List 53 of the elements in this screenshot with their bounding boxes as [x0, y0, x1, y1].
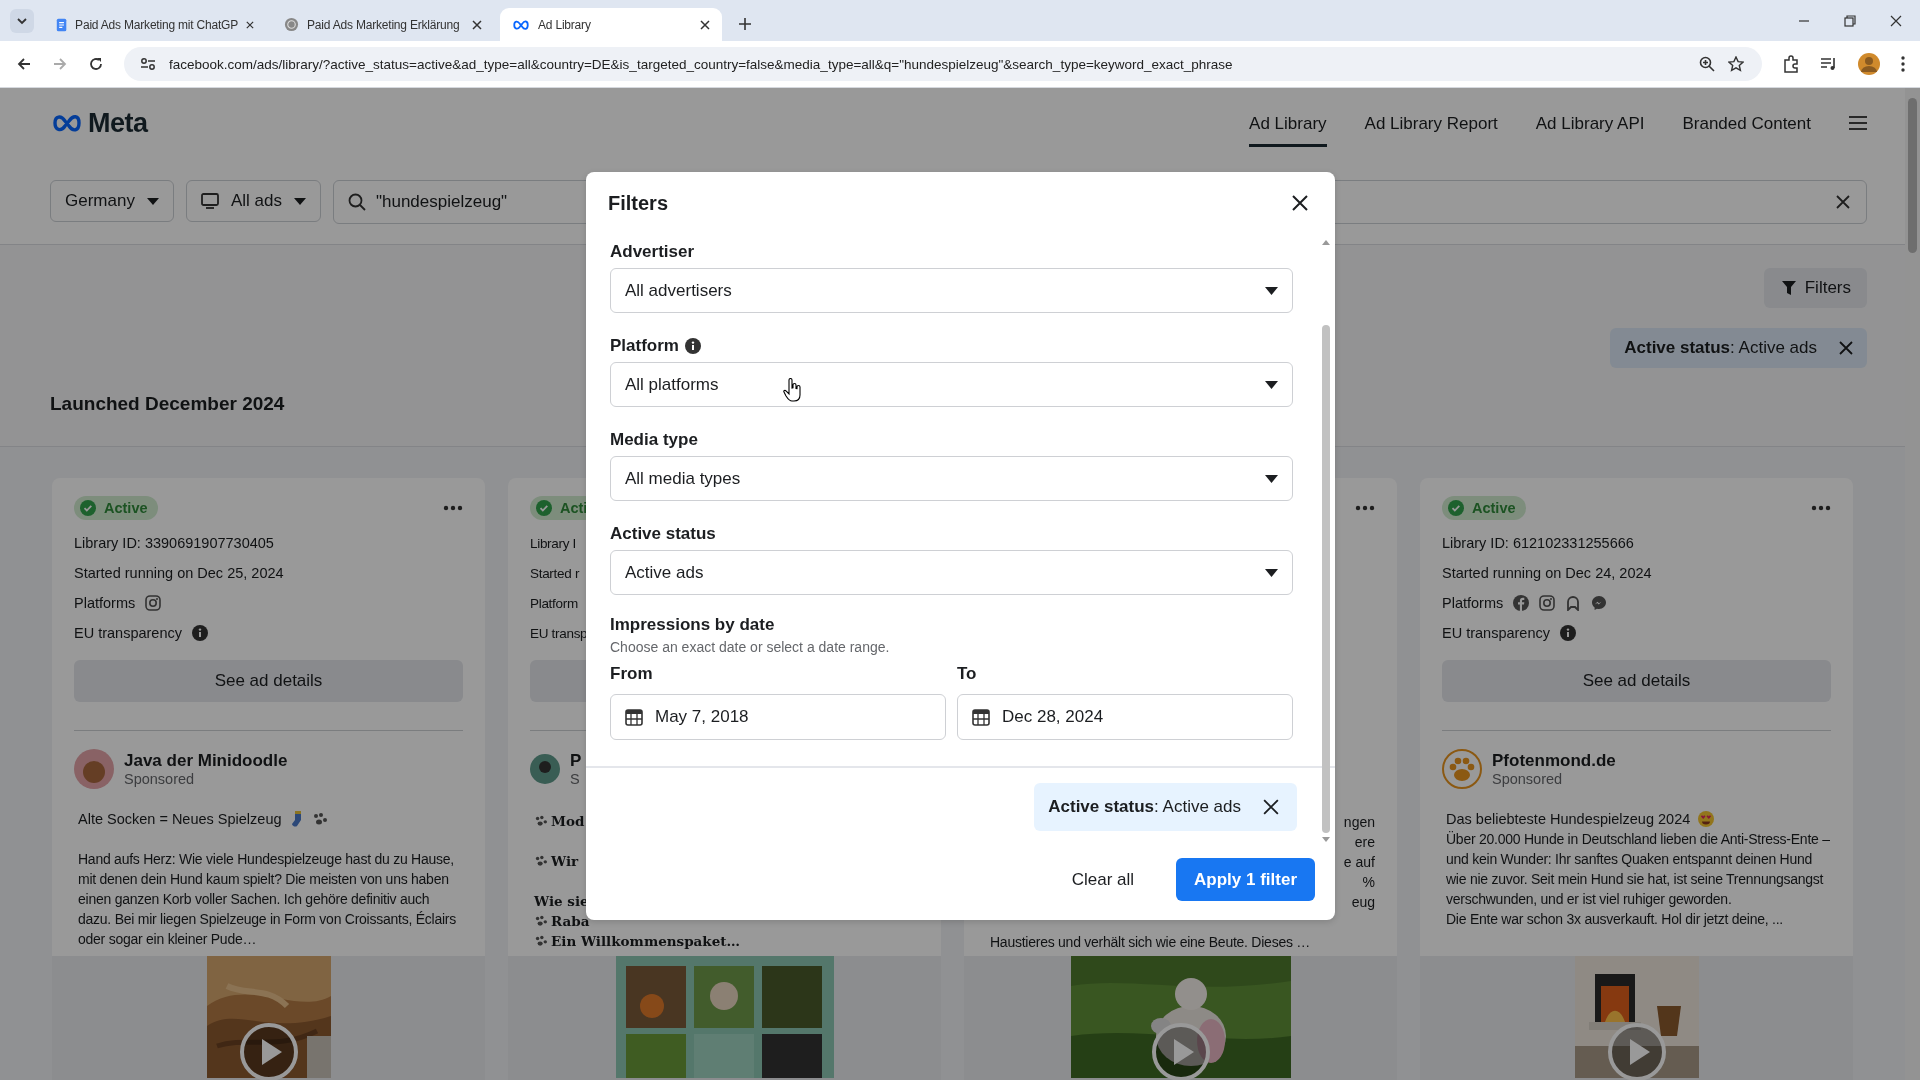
start-date: Started running on Dec 24, 2024: [1442, 564, 1653, 583]
status-label: Acti: [560, 500, 588, 516]
ad-info-text: Platform: [530, 594, 578, 613]
field-label: Active status: [610, 524, 716, 544]
ad-text: eug: [1351, 893, 1375, 912]
platforms-label: Platforms: [1442, 595, 1504, 611]
ad-info-text: EU transp: [530, 624, 588, 643]
ad-info-text: Started r: [530, 564, 580, 583]
start-date: Started running on Dec 25, 2024: [74, 564, 285, 583]
sponsored-label: Sponsored: [1492, 771, 1564, 787]
library-id: Library ID: 612102331255666: [1442, 534, 1635, 553]
dialog-title: Filters: [608, 191, 669, 215]
ad-text: Haustieres und verhält sich wie eine Beute. Dieses …: [989, 933, 1312, 952]
section-title: Launched December 2024: [50, 393, 285, 415]
ad-text: e auf: [1343, 853, 1375, 872]
sponsored-label: Sponsored: [124, 771, 196, 787]
tab-title: Ad Library: [538, 17, 592, 32]
eu-transparency-label: EU transparency: [1442, 625, 1550, 641]
ad-text: Mod: [551, 813, 585, 829]
filter-chip-label: Active status: Active ads: [1624, 338, 1817, 358]
field-label: Platform: [610, 336, 679, 356]
filter-chip-label: Active status: Active ads: [1048, 797, 1241, 817]
ad-text: ngen: [1343, 813, 1375, 832]
ad-text: Über 20.000 Hunde in Deutschland lieben die Anti-Stress-Ente – und kein Wunder: Ihr sanftes Quaken entspannt deinen Hund wie nie zuvor. Seit mein Hund sie hat, ist seine Trennungsangst verschwunden, und er ist viel ruhiger geworden.: [1445, 830, 1831, 909]
ad-text: Ein Willkommenspaket…: [551, 933, 741, 949]
field-label: Media type: [610, 430, 698, 450]
ad-headline: Alte Socken = Neues Spielzeug: [78, 811, 282, 827]
library-id: Library ID: 3390691907730405: [74, 534, 275, 553]
date-value: Dec 28, 2024: [1002, 707, 1104, 727]
sponsored-label: S: [570, 771, 581, 787]
field-label: Advertiser: [610, 242, 695, 262]
search-query: "hundespielzeug": [375, 192, 508, 212]
field-label: To: [957, 664, 978, 684]
ad-text: Die Ente war schon 3x ausverkauft. Hol dir jetzt deine, ...: [1445, 910, 1784, 929]
ad-text: Raba: [551, 913, 590, 929]
field-label: From: [610, 664, 654, 684]
platforms-label: Platforms: [74, 595, 136, 611]
ad-text: %: [1362, 873, 1375, 892]
ad-text: ere: [1354, 833, 1375, 852]
section-label: Impressions by date: [610, 615, 776, 635]
ad-headline: Das beliebteste Hundespielzeug 2024: [1446, 811, 1691, 827]
ad-text: Wir: [551, 853, 579, 869]
date-value: May 7, 2018: [655, 707, 749, 727]
eu-transparency-label: EU transparency: [74, 625, 182, 641]
hint-text: Choose an exact date or select a date range.: [610, 639, 891, 655]
meta-logo-text: Meta: [88, 107, 148, 139]
ad-text: Hand aufs Herz: Wie viele Hundespielzeuge hast du zu Hause, mit denen dein Hund kaum spielt? Die meisten von uns haben einen ganzen Korb voller Sachen. Ich gehöre definitiv auch dazu. Bei mir liegen Spielzeuge in Form von Croissants, Éclairs oder sogar ein kleiner Pude…: [77, 850, 457, 949]
url-text: facebook.com/ads/library/?active_status=active&ad_type=all&country=DE&is_targeted_country=false&media_type=all&q="hundespielzeug"&search_type=keyword_exact_phrase: [169, 56, 1233, 72]
status-label: Active: [104, 500, 148, 516]
ad-info-text: Library I: [530, 534, 577, 553]
tab-title: Paid Ads Marketing mit ChatGP: [75, 17, 239, 32]
tab-title: Paid Ads Marketing Erklärung: [307, 17, 461, 32]
status-label: Active: [1472, 500, 1516, 516]
